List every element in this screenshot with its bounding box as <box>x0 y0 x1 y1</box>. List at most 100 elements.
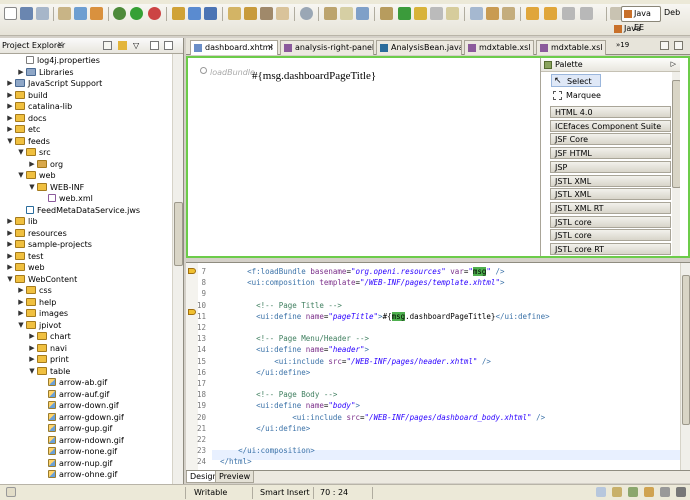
open-folder-icon[interactable] <box>244 7 257 20</box>
palette-drawer[interactable]: JSF HTML <box>550 147 671 160</box>
back-arrow-icon[interactable] <box>526 7 539 20</box>
perspective-java[interactable]: Java <box>614 24 641 33</box>
tab-mdxtable-xsl[interactable]: mdxtable.xsl <box>464 40 534 55</box>
collapse-all-icon[interactable] <box>103 41 112 50</box>
collapse-arrow-icon[interactable]: ▶ <box>6 101 14 112</box>
step-into-icon[interactable] <box>380 7 393 20</box>
globe-icon[interactable] <box>300 7 313 20</box>
expand-arrow-icon[interactable]: ▼ <box>17 170 25 181</box>
collapse-arrow-icon[interactable]: ▶ <box>28 343 36 354</box>
link-editor-icon[interactable] <box>118 41 127 50</box>
palette-drawer[interactable]: JSTL XML <box>550 188 671 201</box>
palette-drawer[interactable]: ICEfaces Component Suite <box>550 119 671 132</box>
source-scrollbar[interactable] <box>680 263 690 471</box>
tree-item[interactable]: ▼ src <box>18 147 51 158</box>
palette-tool-select[interactable]: ↖ Select <box>551 74 601 87</box>
palette-scrollbar[interactable] <box>672 72 680 256</box>
code-line[interactable]: <ui:include src="/WEB-INF/pages/header.x… <box>220 357 491 366</box>
tree-item[interactable]: ▶ help <box>18 297 56 308</box>
last-edit-icon[interactable] <box>562 7 575 20</box>
tree-item[interactable]: web.xml <box>48 193 93 204</box>
new-package-icon[interactable] <box>188 7 201 20</box>
collapse-arrow-icon[interactable]: ▶ <box>6 262 14 273</box>
palette-collapse-icon[interactable]: ▷ <box>671 58 676 71</box>
code-line[interactable]: <f:loadBundle basename="org.openi.resour… <box>220 267 504 276</box>
close-icon[interactable]: ✕ <box>267 41 274 55</box>
tree-item[interactable]: arrow-ab.gif <box>48 377 107 388</box>
bookmark-icon[interactable] <box>324 7 337 20</box>
perspective-debug[interactable]: Deb <box>664 6 680 20</box>
code-line[interactable]: <!-- Page Menu/Header --> <box>220 334 369 343</box>
code-line[interactable]: </html> <box>220 457 252 466</box>
next-annotation-icon[interactable] <box>356 7 369 20</box>
forward-arrow-icon[interactable] <box>544 7 557 20</box>
tree-item[interactable]: ▶ catalina-lib <box>7 101 72 112</box>
tab-analysis-right-panel[interactable]: analysis-right-panel <box>280 40 374 55</box>
tree-item[interactable]: arrow-nup.gif <box>48 458 112 469</box>
search-icon[interactable] <box>260 7 273 20</box>
expand-arrow-icon[interactable]: ▼ <box>17 320 25 331</box>
database-icon[interactable] <box>74 7 87 20</box>
tree-item[interactable]: ▼ web <box>18 170 56 181</box>
code-line[interactable]: <ui:include src="/WEB-INF/pages/dashboar… <box>220 413 545 422</box>
ant-icon[interactable] <box>90 7 103 20</box>
step-return-icon[interactable] <box>486 7 499 20</box>
tree-item[interactable]: FeedMetaDataService.jws <box>26 205 140 216</box>
collapse-arrow-icon[interactable]: ▶ <box>6 228 14 239</box>
tree-item[interactable]: ▶ sample-projects <box>7 239 92 250</box>
tree-item[interactable]: ▼ feeds <box>7 136 50 147</box>
palette-drawer[interactable]: JSTL core <box>550 229 671 242</box>
task-icon[interactable] <box>276 7 289 20</box>
palette-drawer[interactable]: JSTL XML <box>550 174 671 187</box>
minimize-icon[interactable] <box>660 41 669 50</box>
run-icon[interactable] <box>130 7 143 20</box>
collapse-arrow-icon[interactable]: ▶ <box>6 113 14 124</box>
tree-item[interactable]: ▶ lib <box>7 216 38 227</box>
new-class-icon[interactable] <box>204 7 217 20</box>
palette-drawer[interactable]: JSF Core <box>550 133 671 146</box>
maximize-icon[interactable] <box>164 41 173 50</box>
collapse-arrow-icon[interactable]: ▶ <box>6 251 14 262</box>
tree-item[interactable]: ▶ build <box>7 90 48 101</box>
code-line[interactable]: <ui:define name="pageTitle">#{msg.dashbo… <box>220 311 550 321</box>
collapse-arrow-icon[interactable]: ▶ <box>28 331 36 342</box>
loadbundle-label[interactable]: loadBundle <box>210 68 255 77</box>
tree-item[interactable]: ▶ resources <box>7 228 67 239</box>
collapse-arrow-icon[interactable]: ▶ <box>17 297 25 308</box>
expand-arrow-icon[interactable]: ▼ <box>6 274 14 285</box>
tree-item[interactable]: ▼ WebContent <box>7 274 77 285</box>
tree-item[interactable]: ▼ jpivot <box>18 320 61 331</box>
code-line[interactable]: <!-- Page Title --> <box>220 301 342 310</box>
palette-drawer[interactable]: HTML 4.0 <box>550 106 671 118</box>
tab-dashboard-xhtml[interactable]: dashboard.xhtml ✕ <box>190 40 278 55</box>
palette-tool-marquee[interactable]: Marquee <box>551 89 601 102</box>
tree-item[interactable]: arrow-ohne.gif <box>48 469 117 480</box>
tree-item[interactable]: arrow-down.gif <box>48 400 119 411</box>
tree-item[interactable]: ▶ chart <box>29 331 71 342</box>
expand-arrow-icon[interactable]: ▼ <box>28 182 36 193</box>
tree-item[interactable]: ▶ navi <box>29 343 67 354</box>
collapse-arrow-icon[interactable]: ▶ <box>28 354 36 365</box>
tab-overflow-button[interactable]: »19 <box>616 41 629 49</box>
suspend-icon[interactable] <box>414 7 427 20</box>
tab-mdxtable-xsl-2[interactable]: mdxtable.xsl <box>536 40 606 55</box>
code-line[interactable]: </ui:composition> <box>220 446 315 455</box>
palette-drawer[interactable]: JSTL core RT <box>550 243 671 255</box>
perspective-javaee[interactable]: Java EE <box>621 6 661 32</box>
minimize-icon[interactable] <box>150 41 159 50</box>
tree-item[interactable]: ▶ JavaScript Support <box>7 78 102 89</box>
collapse-arrow-icon[interactable]: ▶ <box>6 216 14 227</box>
design-title-expression[interactable]: #{msg.dashboardPageTitle} <box>252 70 376 82</box>
collapse-arrow-icon[interactable]: ▶ <box>17 308 25 319</box>
source-editor[interactable]: 7 <f:loadBundle basename="org.openi.reso… <box>186 262 690 471</box>
tree-item[interactable]: ▼ table <box>29 366 70 377</box>
external-tools-icon[interactable] <box>148 7 161 20</box>
palette-drawer[interactable]: JSTL XML RT <box>550 201 671 214</box>
tree-item[interactable]: ▶ print <box>29 354 69 365</box>
collapse-arrow-icon[interactable]: ▶ <box>6 124 14 135</box>
print-icon[interactable] <box>36 7 49 20</box>
code-line[interactable]: <ui:composition template="/WEB-INF/pages… <box>220 278 504 287</box>
drop-to-frame-icon[interactable] <box>502 7 515 20</box>
terminate-icon[interactable] <box>430 7 443 20</box>
tree-item[interactable]: arrow-none.gif <box>48 446 117 457</box>
